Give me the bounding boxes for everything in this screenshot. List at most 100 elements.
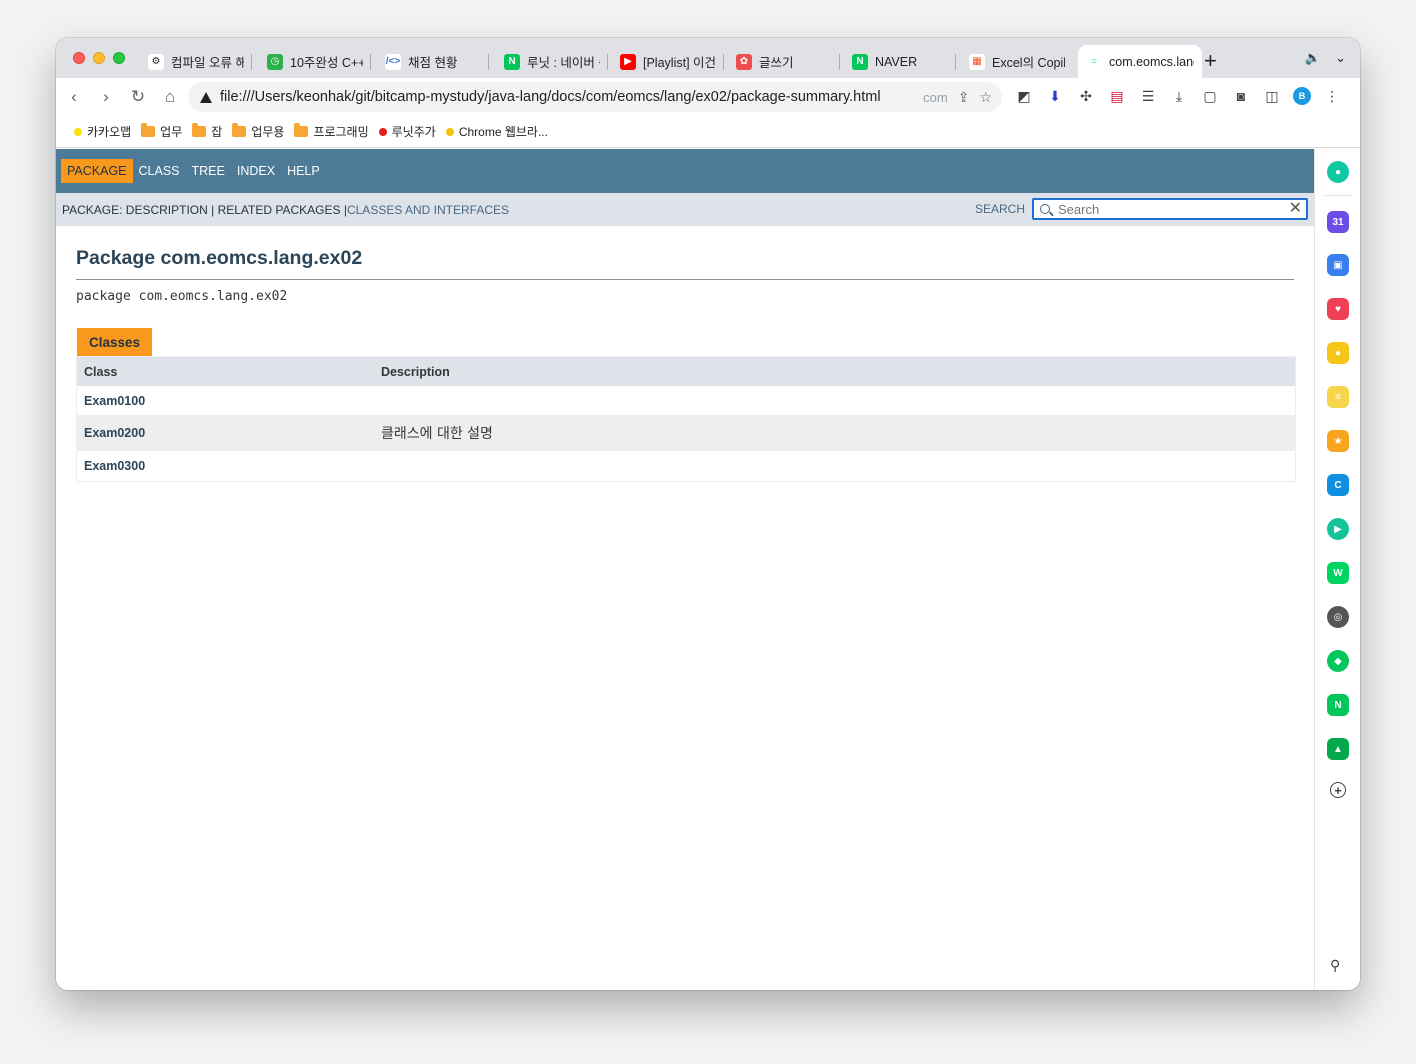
webtoon-icon[interactable]: W — [1327, 562, 1349, 584]
javadoc-top-nav: PACKAGE CLASS TREE INDEX HELP — [56, 149, 1314, 193]
classes-and-interfaces-link[interactable]: CLASSES AND INTERFACES — [347, 203, 509, 217]
nav-tree[interactable]: TREE — [186, 159, 231, 183]
menu-kebab-icon[interactable]: ⋮ — [1322, 85, 1342, 107]
bookmark-item[interactable]: 카카오맵 — [74, 123, 131, 140]
tab-favicon-icon: ▦ — [969, 53, 985, 70]
extension-image-icon[interactable]: ◩ — [1014, 85, 1034, 107]
class-link[interactable]: Exam0100 — [77, 394, 381, 408]
toolbar: ‹ › ↻ ⌂ file:///Users/keonhak/git/bitcam… — [56, 78, 1360, 116]
tab-search-chevron-icon[interactable]: ⌄ — [1335, 50, 1346, 66]
bookmark-favicon-icon — [378, 127, 387, 136]
window-maximize-button[interactable] — [113, 52, 125, 64]
tab-strip: ⚙ 컴파일 오류 해결 ◷ 10주완성 C++ /<> 채점 현황 N 루닛 : 네이버 증권… — [56, 38, 1360, 78]
toolbox-icon[interactable]: ▣ — [1327, 254, 1349, 276]
flag-icon[interactable]: ▤ — [1107, 85, 1127, 107]
tab-favicon-icon: ○ — [1086, 53, 1102, 70]
downloads-icon[interactable]: ⤓ — [1169, 85, 1189, 107]
window-minimize-button[interactable] — [93, 52, 105, 64]
search-input[interactable]: Search ✕ — [1032, 198, 1308, 220]
address-bar[interactable]: file:///Users/keonhak/git/bitcamp-mystud… — [188, 82, 1002, 112]
share-icon[interactable]: ⇪ — [958, 89, 970, 106]
bookmark-item[interactable]: 업무용 — [232, 123, 284, 140]
bookmark-icon[interactable]: ◆ — [1327, 650, 1349, 672]
table-row: Exam0200 클래스에 대한 설명 — [77, 415, 1295, 451]
tab-6[interactable]: N NAVER — [844, 45, 956, 78]
add-icon[interactable]: + — [1330, 782, 1346, 798]
tab-favicon-icon: /<> — [385, 53, 401, 70]
window-close-button[interactable] — [73, 52, 85, 64]
tab-7[interactable]: ▦ Excel의 Copilot — [961, 45, 1073, 78]
bookmark-item[interactable]: 루닛주가 — [378, 123, 436, 140]
profile-avatar[interactable]: B — [1293, 87, 1311, 105]
bookmark-item[interactable]: Chrome 웹브라... — [445, 123, 548, 140]
folder-icon — [232, 123, 247, 137]
bookmark-item[interactable]: 잡 — [192, 123, 222, 140]
back-button[interactable]: ‹ — [58, 82, 90, 112]
reading-list-icon[interactable]: ☰ — [1138, 85, 1158, 107]
tab-3[interactable]: N 루닛 : 네이버 증권 — [496, 45, 608, 78]
bookmark-label: 업무 — [160, 125, 183, 139]
not-secure-icon[interactable] — [200, 91, 212, 103]
folder-icon — [192, 123, 207, 137]
bookmark-label: 프로그래밍 — [313, 125, 369, 139]
tab-2[interactable]: /<> 채점 현황 — [377, 45, 489, 78]
subnav-text: PACKAGE: DESCRIPTION | RELATED PACKAGES … — [62, 202, 347, 217]
tab-title: 루닛 : 네이버 증권 — [527, 56, 600, 70]
title-divider — [76, 279, 1294, 280]
bookmark-item[interactable]: 프로그래밍 — [294, 123, 369, 140]
download-arrow-extension-icon[interactable]: ⬇ — [1045, 85, 1065, 107]
bookmark-item[interactable]: 업무 — [141, 123, 182, 140]
home-button[interactable]: ⌂ — [154, 82, 186, 112]
extensions-puzzle-icon[interactable]: ✣ — [1076, 85, 1096, 107]
bookmark-label: 잡 — [211, 125, 223, 139]
whale-icon[interactable]: ● — [1327, 161, 1349, 183]
nav-index[interactable]: INDEX — [231, 159, 281, 183]
star-icon[interactable]: ★ — [1327, 430, 1349, 452]
search-placeholder: Search — [1058, 201, 1100, 217]
url-text: file:///Users/keonhak/git/bitcamp-mystud… — [220, 89, 881, 105]
notes-icon[interactable]: ≡ — [1327, 386, 1349, 408]
tab-capture-icon[interactable]: ▢ — [1200, 85, 1220, 107]
cube-icon[interactable]: ◎ — [1327, 606, 1349, 628]
forward-button[interactable]: › — [90, 82, 122, 112]
classes-caption[interactable]: Classes — [77, 328, 153, 356]
nav-help[interactable]: HELP — [281, 159, 326, 183]
tab-separator — [488, 54, 489, 70]
tab-0[interactable]: ⚙ 컴파일 오류 해결 — [140, 45, 252, 78]
bookmark-favicon-icon — [445, 127, 454, 136]
new-tab-button[interactable]: + — [1204, 49, 1217, 73]
mail-icon[interactable]: N — [1327, 694, 1349, 716]
bookmark-star-icon[interactable]: ☆ — [979, 89, 992, 106]
translate-icon[interactable]: C — [1327, 474, 1349, 496]
tab-4[interactable]: ▶ [Playlist] 이건 — [612, 45, 724, 78]
play-icon[interactable]: ▶ — [1327, 518, 1349, 540]
tab-separator — [723, 54, 724, 70]
map-pin-icon[interactable]: ● — [1327, 342, 1349, 364]
calendar-icon[interactable]: 31 — [1327, 211, 1349, 233]
nav-package: PACKAGE — [61, 159, 133, 183]
tab-title: [Playlist] 이건 — [643, 56, 716, 70]
table-row: Exam0100 — [77, 386, 1295, 415]
stock-icon[interactable]: ▲ — [1327, 738, 1349, 760]
speaker-icon[interactable]: 🔈 — [1305, 50, 1321, 66]
tab-separator — [370, 54, 371, 70]
side-panel-icon[interactable]: ◫ — [1262, 85, 1282, 107]
class-link[interactable]: Exam0300 — [77, 459, 381, 473]
tab-5[interactable]: ✿ 글쓰기 — [728, 45, 840, 78]
chevron-right-icon: › — [103, 87, 109, 106]
tab-favicon-icon: N — [504, 53, 520, 70]
pin-icon[interactable]: ⚲ — [1330, 957, 1340, 974]
tab-1[interactable]: ◷ 10주완성 C++ — [259, 45, 371, 78]
package-declaration: package com.eomcs.lang.ex02 — [76, 289, 288, 304]
pocket-icon[interactable]: ♥ — [1327, 298, 1349, 320]
nav-class[interactable]: CLASS — [133, 159, 186, 183]
bookmark-label: 업무용 — [251, 125, 285, 139]
screenshot-icon[interactable]: ◙ — [1231, 85, 1251, 107]
class-description: 클래스에 대한 설명 — [381, 426, 493, 442]
tab-8[interactable]: ○ com.eomcs.lang — [1078, 45, 1202, 78]
class-summary-table: Class Description Exam0100 Exam0200 클래스에 대… — [76, 356, 1296, 482]
search-reset-icon[interactable]: ✕ — [1289, 200, 1302, 218]
reload-button[interactable]: ↻ — [122, 82, 154, 112]
home-icon: ⌂ — [164, 87, 176, 106]
class-link[interactable]: Exam0200 — [77, 426, 381, 440]
